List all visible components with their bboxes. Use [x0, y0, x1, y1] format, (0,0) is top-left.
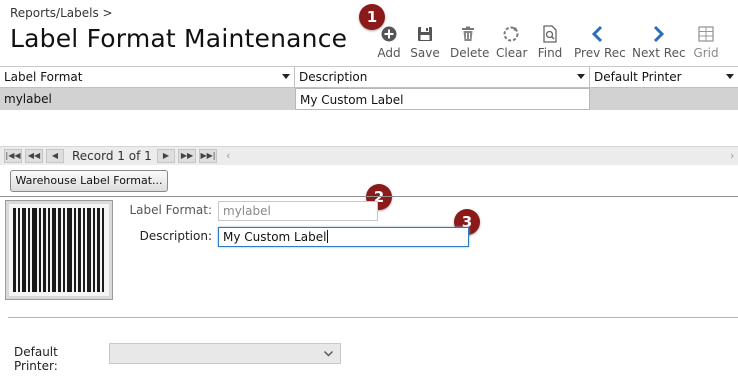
record-pager: |◀◀ ◀◀ ◀ Record 1 of 1 ▶ ▶▶ ▶▶| ‹ › [0, 146, 738, 165]
divider [8, 317, 738, 318]
prev-page-icon[interactable]: ◀◀ [25, 149, 43, 163]
label-preview-image [5, 200, 113, 300]
prev-record-icon[interactable]: ◀ [46, 149, 64, 163]
dropdown-arrow-icon[interactable] [282, 74, 290, 79]
find-label: Find [537, 46, 563, 60]
cell-default-printer[interactable] [590, 88, 738, 110]
delete-label: Delete [450, 46, 490, 60]
description-value: My Custom Label [223, 230, 327, 244]
description-field[interactable]: My Custom Label [218, 227, 469, 247]
barcode-icon [9, 204, 109, 296]
save-label: Save [410, 46, 440, 60]
column-header-label: Default Printer [594, 70, 682, 84]
chevron-right-icon [653, 25, 665, 43]
dropdown-arrow-icon[interactable] [577, 74, 585, 79]
divider [0, 196, 738, 197]
next-record-label: Next Rec [632, 46, 686, 60]
chevron-left-icon [591, 25, 603, 43]
column-header-default-printer[interactable]: Default Printer [590, 67, 738, 87]
save-icon [418, 27, 432, 41]
add-icon [381, 26, 397, 42]
grid-icon [698, 26, 714, 42]
trash-icon [462, 26, 474, 41]
label-format-label: Label Format: [129, 203, 212, 217]
scroll-right-icon[interactable]: › [730, 149, 734, 162]
description-label: Description: [139, 229, 212, 243]
find-button[interactable]: Find [536, 24, 564, 64]
record-count: Record 1 of 1 [72, 149, 152, 163]
chevron-down-icon [324, 351, 333, 357]
add-label: Add [377, 46, 401, 60]
grid-button[interactable]: Grid [692, 24, 720, 64]
column-header-label: Label Format [4, 70, 83, 84]
grid-header: Label Format Description Default Printer [0, 67, 738, 88]
delete-button[interactable]: Delete [450, 24, 490, 64]
records-grid: Label Format Description Default Printer… [0, 66, 738, 165]
clear-button[interactable]: Clear [496, 24, 528, 64]
add-button[interactable]: Add [376, 24, 402, 64]
page-title: Label Format Maintenance [10, 24, 348, 53]
column-header-description[interactable]: Description [295, 67, 590, 87]
clear-label: Clear [496, 46, 528, 60]
next-page-icon[interactable]: ▶▶ [178, 149, 196, 163]
default-printer-select[interactable] [109, 343, 341, 364]
cell-label-format[interactable]: mylabel [0, 88, 295, 110]
prev-record-label: Prev Rec [574, 46, 626, 60]
dropdown-arrow-icon[interactable] [726, 74, 734, 79]
label-format-field[interactable]: mylabel [218, 201, 378, 221]
callout-marker: 1 [359, 4, 385, 30]
column-header-label-format[interactable]: Label Format [0, 67, 295, 87]
warehouse-label-format-button[interactable]: Warehouse Label Format... [10, 170, 168, 192]
prev-record-button[interactable]: Prev Rec [574, 24, 626, 64]
save-button[interactable]: Save [410, 24, 440, 64]
text-caret [327, 230, 329, 243]
default-printer-label: Default Printer: [14, 345, 58, 373]
scroll-left-icon[interactable]: ‹ [226, 149, 230, 162]
next-record-icon[interactable]: ▶ [157, 149, 175, 163]
cell-description[interactable]: My Custom Label [295, 88, 590, 110]
breadcrumb[interactable]: Reports/Labels > [10, 6, 113, 20]
first-record-icon[interactable]: |◀◀ [4, 149, 22, 163]
next-record-button[interactable]: Next Rec [632, 24, 686, 64]
column-header-label: Description [299, 70, 368, 84]
grid-label: Grid [693, 46, 719, 60]
table-row[interactable]: mylabel My Custom Label [0, 88, 738, 110]
clear-icon [503, 26, 519, 42]
find-icon [543, 25, 557, 43]
last-record-icon[interactable]: ▶▶| [199, 149, 217, 163]
